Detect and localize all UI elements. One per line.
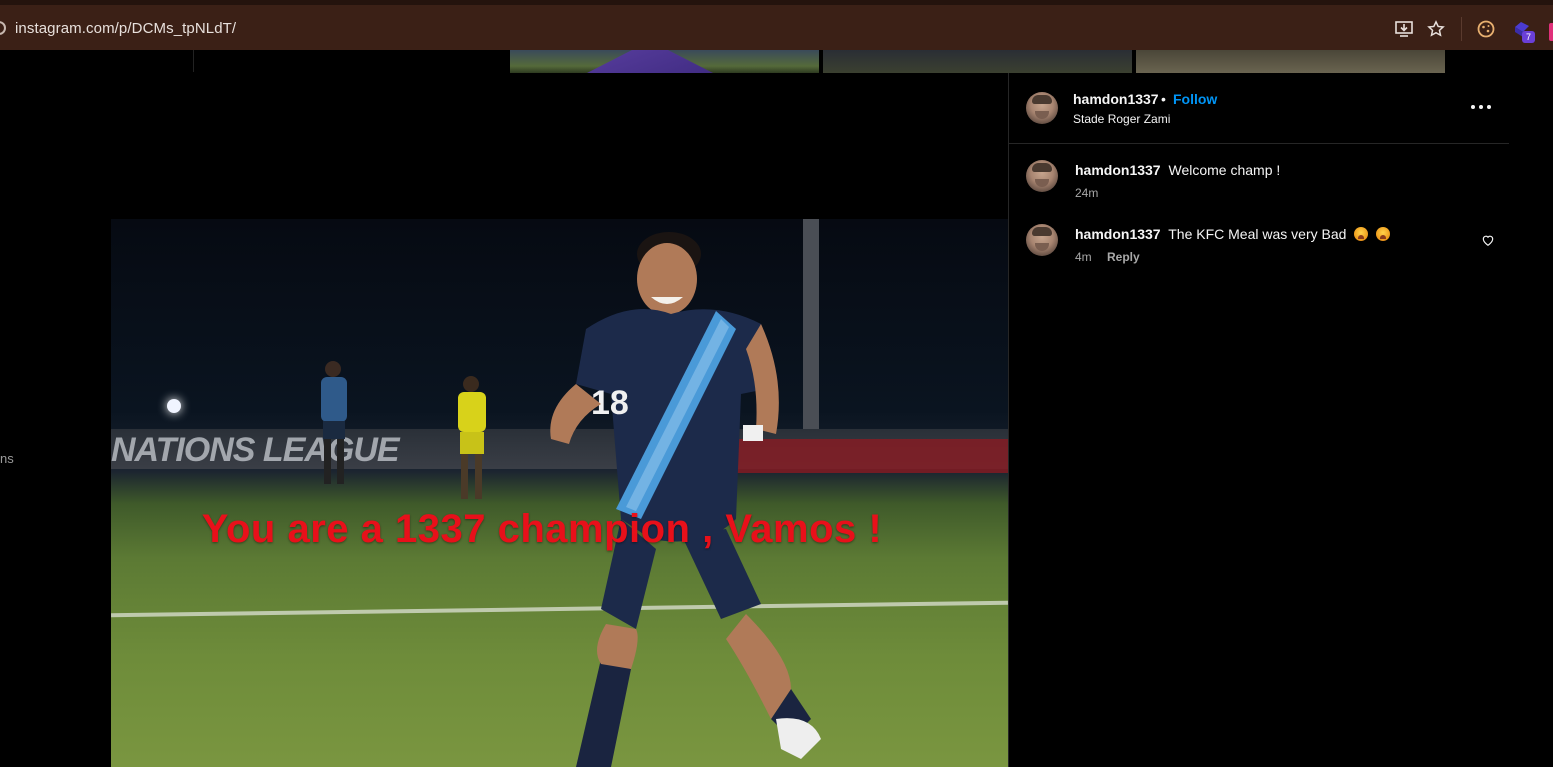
star-icon[interactable] xyxy=(1426,19,1446,39)
install-app-icon[interactable] xyxy=(1394,19,1414,39)
cookie-extension-icon[interactable] xyxy=(1476,19,1496,39)
comment-text-line: hamdon1337 The KFC Meal was very Bad xyxy=(1075,226,1391,242)
avatar[interactable] xyxy=(1026,160,1058,192)
address-bar-url[interactable]: instagram.com/p/DCMs_tpNLdT/ xyxy=(15,20,236,37)
emoji-icon xyxy=(1376,227,1391,241)
profile-edge-icon[interactable] xyxy=(1549,23,1553,41)
tab-strip xyxy=(0,0,1553,5)
comment-text: Welcome champ ! xyxy=(1168,162,1281,178)
separator-dot: • xyxy=(1161,91,1166,107)
comment-time[interactable]: 24m xyxy=(1075,186,1098,200)
related-post-thumbnail[interactable] xyxy=(823,50,1132,73)
post-image[interactable]: NATIONS LEAGUE 18 You are a 1337 champio… xyxy=(111,219,1008,767)
comment-item: hamdon1337 The KFC Meal was very Bad 4m … xyxy=(1009,224,1509,284)
comment-text: The KFC Meal was very Bad xyxy=(1168,226,1347,242)
emoji-icon xyxy=(1354,227,1369,241)
background-player xyxy=(321,361,347,484)
heart-icon[interactable] xyxy=(1481,233,1495,247)
comment-text-line: hamdon1337 Welcome champ ! xyxy=(1075,162,1280,178)
related-post-thumbnail[interactable] xyxy=(1136,50,1445,73)
post-header: hamdon1337 • Follow Stade Roger Zami xyxy=(1009,73,1509,144)
avatar[interactable] xyxy=(1026,92,1058,124)
post-author-username[interactable]: hamdon1337 xyxy=(1073,91,1159,107)
sidebar-partial-label: ns xyxy=(0,451,14,466)
avatar[interactable] xyxy=(1026,224,1058,256)
main-player: 18 xyxy=(550,232,821,767)
browser-toolbar: instagram.com/p/DCMs_tpNLdT/ 7 xyxy=(0,0,1553,50)
comment-item: hamdon1337 Welcome champ ! 24m xyxy=(1009,160,1509,220)
comment-meta: 4m Reply xyxy=(1075,250,1140,264)
stadium-light xyxy=(167,399,181,413)
related-post-thumbnail[interactable] xyxy=(510,50,819,73)
follow-button[interactable]: Follow xyxy=(1173,91,1217,107)
background-player xyxy=(458,376,486,499)
comment-username[interactable]: hamdon1337 xyxy=(1075,162,1161,178)
comment-meta: 24m xyxy=(1075,186,1098,200)
post-overlay-caption: You are a 1337 champion , Vamos ! xyxy=(201,507,883,551)
extension-badge: 7 xyxy=(1522,31,1535,43)
post-details-panel: hamdon1337 • Follow Stade Roger Zami ham… xyxy=(1008,73,1509,767)
comment-time[interactable]: 4m xyxy=(1075,250,1092,264)
post-location[interactable]: Stade Roger Zami xyxy=(1073,112,1170,126)
site-info-icon[interactable] xyxy=(0,21,6,35)
divider xyxy=(193,50,194,72)
comment-username[interactable]: hamdon1337 xyxy=(1075,226,1161,242)
reply-button[interactable]: Reply xyxy=(1107,250,1140,264)
toolbar-divider xyxy=(1461,17,1462,41)
more-options-icon[interactable] xyxy=(1471,97,1491,117)
